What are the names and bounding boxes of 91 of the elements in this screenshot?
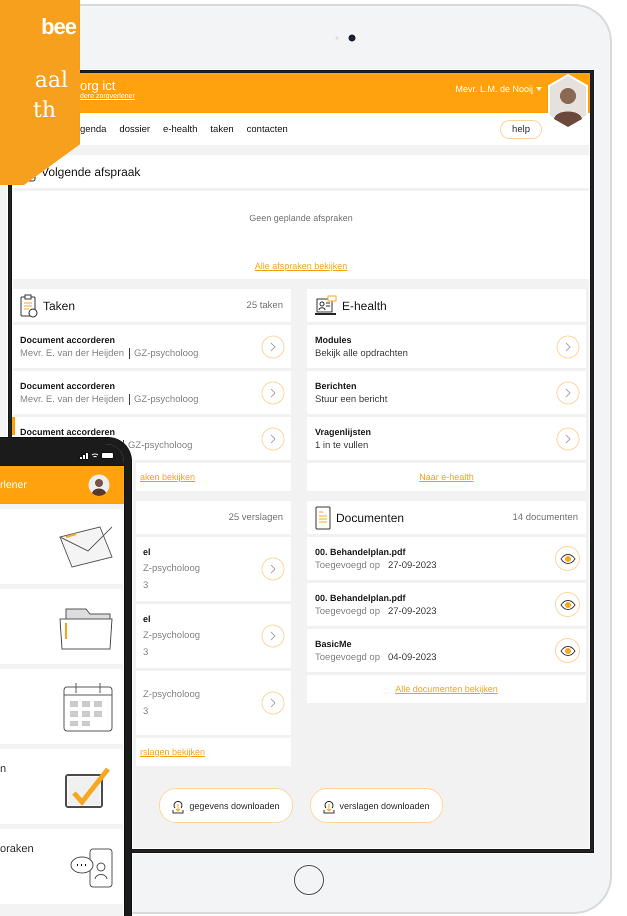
chevron-button[interactable] bbox=[261, 380, 285, 404]
ehealth-subtitle: 1 in te vullen bbox=[315, 440, 370, 450]
chevron-button[interactable] bbox=[261, 557, 285, 581]
laptop-person-icon bbox=[315, 294, 337, 316]
view-button[interactable] bbox=[555, 546, 580, 571]
phone-card-label: oraken bbox=[0, 843, 34, 855]
ehealth-title: Modules bbox=[315, 334, 353, 344]
phone-card-label: n bbox=[0, 763, 6, 775]
report-role: Z-psycholoog bbox=[143, 689, 202, 700]
added-label: Toegevoegd op bbox=[315, 606, 380, 616]
report-role: Z-psycholoog bbox=[143, 563, 202, 574]
task-title: Document accorderen bbox=[20, 334, 116, 344]
help-button[interactable]: help bbox=[500, 120, 542, 138]
document-date: 04-09-2023 bbox=[388, 652, 437, 662]
view-button[interactable] bbox=[555, 592, 580, 617]
chevron-button[interactable] bbox=[261, 426, 285, 450]
ehealth-title: Berichten bbox=[315, 380, 358, 390]
document-row[interactable]: 00. Behandelplan.pdf Toegevoegd op 27-09-2023 bbox=[307, 583, 586, 626]
document-row[interactable]: BasicMe Toegevoegd op 04-09-2023 bbox=[307, 629, 586, 672]
ehealth-subtitle: Stuur een bericht bbox=[315, 394, 388, 404]
report-title: el bbox=[143, 614, 152, 624]
empty-message: Geen geplande afspraken bbox=[249, 213, 353, 223]
report-date: 3 bbox=[143, 706, 150, 717]
report-row[interactable]: Z-psycholoog 3 bbox=[136, 671, 291, 735]
ehealth-title: Vragenlijsten bbox=[315, 426, 372, 436]
task-role: GZ-psycholoog bbox=[129, 348, 198, 358]
report-title: el bbox=[143, 547, 152, 557]
task-row[interactable]: Document accorderen Mevr. E. van der Heijden GZ-psycholoog bbox=[12, 371, 291, 414]
chevron-button[interactable] bbox=[261, 691, 285, 715]
home-button[interactable] bbox=[294, 865, 324, 895]
added-label: Toegevoegd op bbox=[315, 652, 380, 662]
document-row[interactable]: 00. Behandelplan.pdf Toegevoegd op 27-09-2023 bbox=[307, 537, 586, 580]
report-row[interactable]: el Z-psycholoog 3 bbox=[136, 604, 291, 668]
nav-link[interactable]: genda bbox=[80, 124, 106, 134]
chevron-button[interactable] bbox=[261, 334, 285, 358]
download-button[interactable]: verslagen downloaden bbox=[310, 788, 443, 823]
camera-icon bbox=[334, 34, 356, 42]
phone-title: rlener bbox=[0, 479, 27, 491]
nav-link[interactable]: taken bbox=[210, 124, 234, 134]
document-date: 27-09-2023 bbox=[388, 560, 437, 570]
chevron-button[interactable] bbox=[556, 334, 580, 358]
view-button[interactable] bbox=[555, 638, 580, 663]
ehealth-row[interactable]: Modules Bekijk alle opdrachten bbox=[307, 325, 586, 368]
ehealth-subtitle: Bekijk alle opdrachten bbox=[315, 348, 409, 358]
app-title: org ict bbox=[80, 78, 116, 93]
document-count: 14 documenten bbox=[512, 512, 578, 523]
phone-card[interactable] bbox=[0, 589, 124, 664]
task-person: Mevr. E. van der Heijden bbox=[20, 394, 124, 404]
logo-text: bee bbox=[41, 14, 76, 40]
report-date: 3 bbox=[143, 580, 150, 591]
eye-icon bbox=[560, 644, 576, 656]
nav-link[interactable]: e-health bbox=[163, 124, 198, 134]
document-icon bbox=[315, 506, 331, 530]
badge-text: th bbox=[32, 97, 57, 125]
chevron-button[interactable] bbox=[556, 426, 580, 450]
status-icons bbox=[80, 452, 114, 458]
avatar-silhouette bbox=[88, 474, 110, 496]
document-name: 00. Behandelplan.pdf bbox=[315, 546, 407, 556]
clipboard-icon bbox=[20, 294, 38, 318]
card-title: E-health bbox=[342, 298, 387, 312]
eye-icon bbox=[560, 552, 576, 564]
task-role: GZ-psycholoog bbox=[129, 394, 198, 404]
task-person: Mevr. E. van der Heijden bbox=[20, 348, 124, 358]
document-name: BasicMe bbox=[315, 638, 353, 648]
report-role: Z-psycholoog bbox=[143, 630, 202, 641]
nav-link[interactable]: contacten bbox=[246, 124, 288, 134]
task-title: Document accorderen bbox=[20, 426, 116, 436]
report-row[interactable]: el Z-psycholoog 3 bbox=[136, 537, 291, 601]
chevron-button[interactable] bbox=[556, 380, 580, 404]
nav-link[interactable]: dossier bbox=[119, 124, 150, 134]
ehealth-row[interactable]: Vragenlijsten 1 in te vullen bbox=[307, 417, 586, 460]
report-count: 25 verslagen bbox=[228, 512, 283, 523]
badge-text: aal bbox=[34, 67, 69, 95]
phone-card[interactable]: n bbox=[0, 749, 124, 824]
ehealth-row[interactable]: Berichten Stuur een bericht bbox=[307, 371, 586, 414]
document-date: 27-09-2023 bbox=[388, 606, 437, 616]
card-title: Taken bbox=[43, 298, 76, 312]
phone-card[interactable]: oraken bbox=[0, 829, 124, 904]
caret-icon bbox=[536, 87, 542, 91]
chevron-button[interactable] bbox=[261, 624, 285, 648]
phone-card[interactable] bbox=[0, 669, 124, 744]
card-title: Documenten bbox=[336, 510, 404, 524]
report-date: 3 bbox=[143, 647, 150, 658]
eye-icon bbox=[560, 598, 576, 610]
added-label: Toegevoegd op bbox=[315, 560, 380, 570]
task-title: Document accorderen bbox=[20, 380, 116, 390]
task-count: 25 taken bbox=[246, 300, 283, 311]
card-title: Volgende afspraak bbox=[41, 164, 140, 178]
document-name: 00. Behandelplan.pdf bbox=[315, 592, 407, 602]
download-button[interactable]: gegevens downloaden bbox=[159, 788, 292, 823]
task-row[interactable]: Document accorderen Mevr. E. van der Heijden GZ-psycholoog bbox=[12, 325, 291, 368]
